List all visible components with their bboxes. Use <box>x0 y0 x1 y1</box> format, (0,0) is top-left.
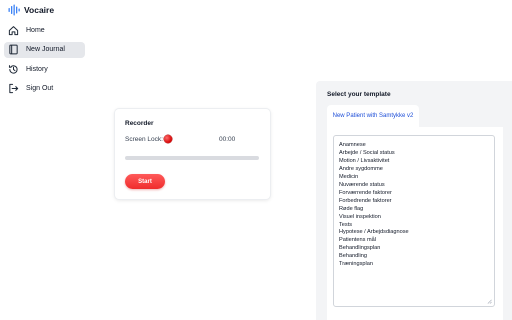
screen-lock-label: Screen Lock: <box>125 136 163 143</box>
app-name: Vocaire <box>24 5 55 15</box>
recorder-title: Recorder <box>125 120 154 127</box>
template-tab-selected[interactable]: New Patient with Samtykke v2 <box>327 105 419 127</box>
template-line: Anamnese <box>339 142 366 148</box>
sidebar-item-label: New Journal <box>26 46 65 53</box>
recorder-card: Recorder Screen Lock: 00:00 Start <box>115 109 270 199</box>
sign-out-icon <box>9 83 19 94</box>
template-line: Medicin <box>339 173 359 180</box>
template-line: Visuel inspektion <box>339 213 381 220</box>
template-line: Nuværende status <box>339 181 385 188</box>
home-icon <box>8 25 19 35</box>
template-content-textarea[interactable]: Anamnese Arbejde / Social status Motion / … <box>333 135 495 307</box>
template-line: Patientens mål <box>339 237 377 244</box>
sidebar-item-label: Home <box>26 26 45 34</box>
sidebar-item-history[interactable]: History <box>4 61 85 77</box>
template-line: Røde flag <box>339 205 364 212</box>
template-line: Forværrende faktorer <box>339 189 392 196</box>
template-line: Behandling <box>339 253 367 260</box>
sidebar-item-label: History <box>26 65 48 73</box>
template-line: Forbedrende faktorer <box>339 197 392 204</box>
brand[interactable]: Vocaire <box>8 4 54 16</box>
sidebar-item-home[interactable]: Home <box>4 22 85 38</box>
template-line: Andre sygdomme <box>339 165 383 172</box>
start-button[interactable]: Start <box>125 174 165 189</box>
template-line: Arbejde / Social status <box>339 149 395 156</box>
template-line: Tests <box>339 221 353 228</box>
template-heading: Select your template <box>327 91 391 98</box>
recording-timer: 00:00 <box>219 136 236 143</box>
sidebar: Vocaire Home New Journal History Sign Ou… <box>0 0 90 320</box>
history-icon <box>8 64 18 74</box>
template-line: Motion / Livsaktivitet <box>339 157 390 164</box>
template-content-lines: Anamnese Arbejde / Social status Motion / … <box>339 142 489 269</box>
template-line: Træningsplan <box>339 261 373 268</box>
sidebar-nav: Home New Journal History Sign Out <box>4 22 85 100</box>
book-icon <box>9 44 18 55</box>
sidebar-item-label: Sign Out <box>26 85 54 92</box>
template-line: Behandlingsplan <box>339 245 381 252</box>
resize-handle-icon[interactable] <box>487 299 492 304</box>
sidebar-item-new-journal[interactable]: New Journal <box>4 41 85 58</box>
screen-lock-status-indicator <box>164 135 172 143</box>
recording-progress-bar <box>125 156 259 160</box>
waveform-icon <box>8 4 20 16</box>
sidebar-item-sign-out[interactable]: Sign Out <box>4 81 85 97</box>
